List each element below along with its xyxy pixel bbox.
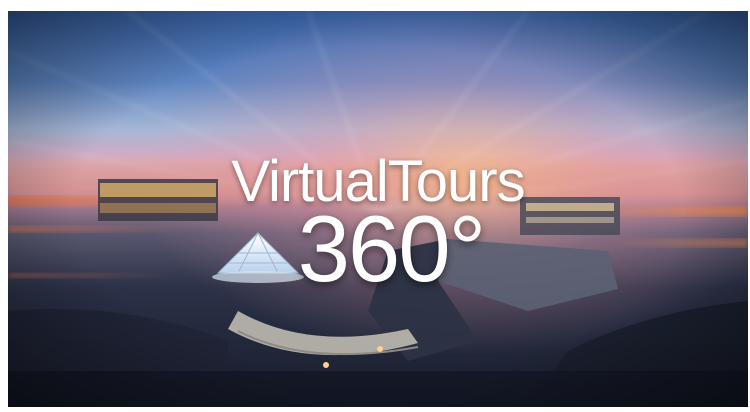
screenshot-frame: VirtualTours 360° (0, 0, 750, 412)
virtual-tour-banner[interactable]: VirtualTours 360° (8, 11, 748, 407)
banner-subtitle-360: 360° (297, 196, 486, 301)
